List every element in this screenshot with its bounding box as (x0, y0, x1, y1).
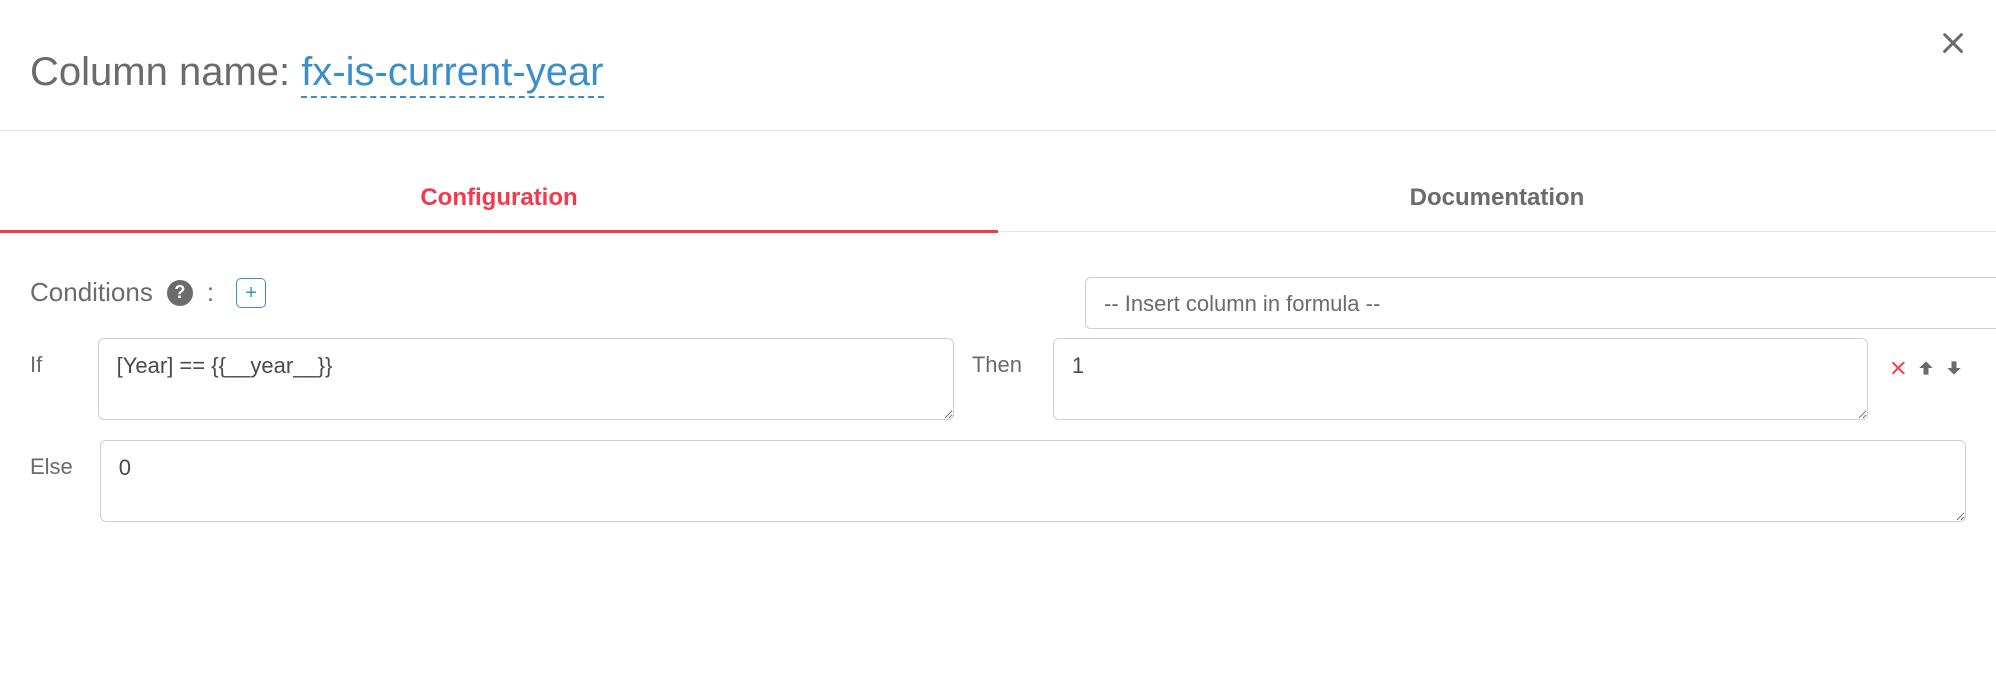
add-condition-button[interactable]: + (236, 278, 266, 308)
column-name-value[interactable]: fx-is-current-year (301, 50, 603, 98)
help-icon[interactable]: ? (167, 280, 193, 306)
tab-documentation[interactable]: Documentation (998, 166, 1996, 233)
insert-column-select[interactable]: -- Insert column in formula -- (1085, 277, 1996, 329)
tab-configuration[interactable]: Configuration (0, 166, 998, 233)
conditions-colon: : (207, 277, 214, 308)
dialog-header: Column name: fx-is-current-year (0, 0, 1996, 130)
page-title: Column name: fx-is-current-year (30, 50, 1966, 95)
content-area: Conditions ? : + -- Insert column in for… (0, 232, 1996, 572)
row-actions (1886, 338, 1966, 380)
rule-row: If Then (30, 338, 1966, 420)
tab-bar: Configuration Documentation (0, 166, 1996, 232)
if-condition-input[interactable] (98, 338, 954, 420)
then-value-input[interactable] (1053, 338, 1868, 420)
else-label: Else (30, 440, 82, 480)
if-label: If (30, 338, 80, 378)
then-label: Then (972, 338, 1035, 378)
move-up-icon[interactable] (1914, 356, 1938, 380)
column-name-label: Column name: (30, 50, 301, 94)
else-row: Else (30, 440, 1966, 522)
header-divider (0, 130, 1996, 131)
insert-column-select-wrap: -- Insert column in formula -- (1085, 277, 1996, 329)
conditions-label: Conditions (30, 277, 153, 308)
delete-rule-icon[interactable] (1886, 356, 1910, 380)
close-icon[interactable] (1935, 25, 1971, 61)
move-down-icon[interactable] (1942, 356, 1966, 380)
else-value-input[interactable] (100, 440, 1966, 522)
